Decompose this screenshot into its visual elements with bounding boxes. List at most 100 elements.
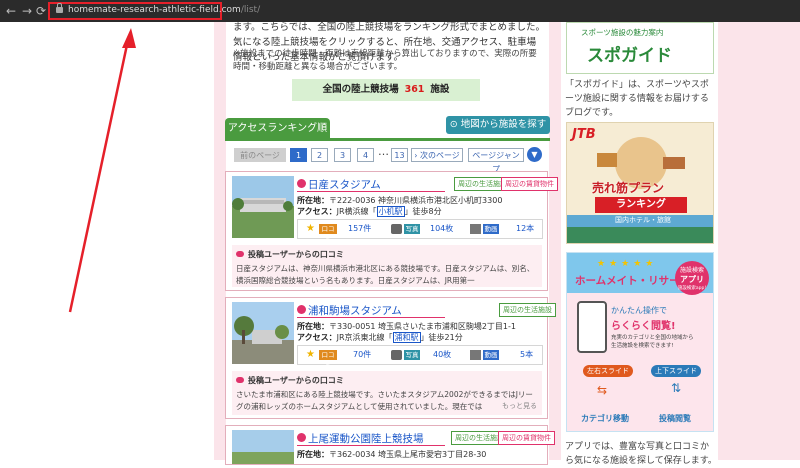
facility-access: アクセス：JR横浜線「 小机駅 」徒歩8分 (297, 206, 442, 217)
app-line-3: 充実のカテゴリと全国の地域から (611, 335, 694, 341)
video-label: 動画 (483, 224, 499, 234)
address-label: 所在地： (297, 450, 329, 459)
pager-page-last[interactable]: 13 (391, 148, 408, 162)
pager-page-2[interactable]: 2 (311, 148, 328, 162)
address-value: 〒330-0051 埼玉県さいたま市浦和区駒場2丁目1-1 (329, 322, 516, 331)
slide-up-down-label: 上下スライド (651, 365, 701, 377)
camera-icon (391, 350, 402, 360)
video-count[interactable]: 12本 (516, 223, 534, 234)
review-heading: 投稿ユーザーからの口コミ (248, 376, 344, 385)
station-link[interactable]: 浦和駅 (392, 332, 421, 343)
pager-page-4[interactable]: 4 (357, 148, 374, 162)
tag-life-facilities[interactable]: 周辺の生活施設 (499, 303, 556, 317)
facility-title[interactable]: 浦和駒場スタジアム (308, 303, 402, 318)
spoguide-logo: スポガイド (587, 46, 672, 66)
video-camera-icon (470, 350, 481, 360)
station-link[interactable]: 小机駅 (376, 206, 405, 217)
spoguide-banner[interactable]: スポーツ施設の魅力案内 スポガイド (566, 22, 714, 74)
photo-count[interactable]: 104枚 (430, 223, 453, 234)
pager-jump[interactable]: ページジャンプ (468, 148, 524, 174)
page-border-mid (549, 22, 561, 460)
chevron-down-icon[interactable]: ▼ (527, 147, 542, 162)
address-bar-url[interactable]: homemate-research-athletic-field.com/lis… (68, 5, 260, 15)
swipe-horizontal-icon: ⇆ (597, 383, 608, 397)
pager-page-1[interactable]: 1 (290, 148, 307, 162)
access-line: JR京浜東北線「 (336, 333, 393, 342)
swipe-vertical-icon: ⇅ (671, 381, 682, 395)
kuchikomi-label: 口コミ (319, 350, 337, 369)
jtb-title-1: 売れ筋プラン (592, 181, 665, 195)
tab-access-ranking[interactable]: アクセスランキング順 (225, 118, 330, 140)
review-more-link[interactable]: もっと見る (502, 401, 537, 411)
photo-count[interactable]: 40枚 (433, 349, 451, 360)
map-pin-icon: ⊙ (449, 119, 458, 130)
arrow-left-icon[interactable]: ← (4, 3, 18, 19)
pager-ellipsis: … (378, 145, 389, 158)
facility-count-box: 全国の陸上競技場 361 施設 (292, 79, 480, 101)
title-bullet-icon (297, 433, 306, 442)
star-icon: ★ (306, 223, 315, 234)
facility-access: アクセス：JR京浜東北線「 浦和駅 」徒歩21分 (297, 332, 463, 343)
address-value: 〒362-0034 埼玉県上尾市愛宕3丁目28-30 (329, 450, 487, 459)
pager-prev[interactable]: 前のページ (234, 148, 286, 162)
post-view-label: 投稿閲覧 (659, 414, 691, 423)
facility-card: 上尾運動公園陸上競技場 周辺の生活施設 周辺の賃貸物件 所在地：〒362-003… (225, 425, 555, 465)
phone-illustration (577, 301, 607, 353)
browser-toolbar: ← → ⟳ homemate-research-athletic-field.c… (0, 0, 800, 22)
reload-icon[interactable]: ⟳ (34, 3, 48, 19)
review-count[interactable]: 157件 (348, 223, 371, 234)
app-badge-line-3: 施設検索app! (677, 286, 707, 291)
category-move-label: カテゴリ移動 (581, 414, 629, 423)
map-search-button[interactable]: ⊙ 地図から施設を探す (446, 116, 550, 134)
address-label: 所在地： (297, 322, 329, 331)
star-icon: ★ (306, 349, 315, 360)
count-value: 361 (404, 84, 425, 95)
app-badge-line-2: アプリ (680, 275, 704, 284)
photo-label: 写真 (404, 224, 420, 234)
count-unit: 施設 (430, 84, 450, 95)
arrow-right-icon[interactable]: → (20, 3, 34, 19)
slide-left-right-label: 左右スライド (583, 365, 633, 377)
homemate-app-banner[interactable]: ★★★★★ ホームメイト・リサーチ 施設検索 アプリ 施設検索app! かんたん… (566, 252, 714, 432)
title-underline (297, 445, 445, 446)
stats-bar: ★ 口コミ 70件 写真 40枚 動画 5本 (297, 345, 543, 369)
app-line-1: かんたん操作で (611, 306, 667, 315)
review-text: さいたま市浦和区にある陸上競技場です。さいたまスタジアム2002ができるまではJ… (236, 390, 533, 411)
facility-photo[interactable] (232, 430, 294, 464)
jtb-title-2: ランキング (595, 197, 687, 213)
app-line-4: 生活施設を検索できます! (611, 343, 674, 349)
video-camera-icon (470, 224, 481, 234)
access-label: アクセス： (297, 207, 337, 216)
tag-rental[interactable]: 周辺の賃貸物件 (498, 431, 555, 445)
video-count[interactable]: 5本 (520, 349, 533, 360)
spoguide-caption: 「スポガイド」は、スポーツやスポーツ施設に関する情報をお届けするブログです。 (565, 80, 709, 118)
review-heading: 投稿ユーザーからの口コミ (248, 250, 344, 259)
facility-photo[interactable] (232, 176, 294, 238)
app-caption: アプリでは、豊富な写真と口コミから気になる施設を探して保存します。 (565, 442, 717, 466)
address-value: 〒222-0036 神奈川県横浜市港北区小机町3300 (329, 196, 503, 205)
access-walk: 」徒歩21分 (420, 333, 463, 342)
pager-next[interactable]: › 次のページ (411, 148, 463, 162)
count-label: 全国の陸上競技場 (322, 84, 399, 95)
kuchikomi-label: 口コミ (319, 224, 337, 243)
title-underline (297, 317, 445, 318)
tag-rental[interactable]: 周辺の賃貸物件 (501, 177, 558, 191)
facility-title[interactable]: 日産スタジアム (308, 177, 381, 192)
star-row-icon: ★★★★★ (597, 259, 658, 269)
url-path: /list/ (240, 5, 261, 15)
speech-bubble-icon (236, 251, 244, 257)
facility-address: 所在地：〒362-0034 埼玉県上尾市愛宕3丁目28-30 (297, 449, 486, 460)
title-underline (297, 191, 445, 192)
jtb-banner[interactable]: JTB 売れ筋プラン ランキング 国内ホテル・旅館 (566, 122, 714, 244)
access-line: JR横浜線「 (336, 207, 377, 216)
title-bullet-icon (297, 179, 306, 188)
review-count[interactable]: 70件 (353, 349, 371, 360)
review-box: 投稿ユーザーからの口コミ 日産スタジアムは、神奈川県横浜市港北区にある競技場です… (232, 245, 542, 287)
title-bullet-icon (297, 305, 306, 314)
facility-card: 日産スタジアム 周辺の生活施設 周辺の賃貸物件 所在地：〒222-0036 神奈… (225, 171, 558, 291)
facility-photo[interactable] (232, 302, 294, 364)
pager-page-3[interactable]: 3 (334, 148, 351, 162)
spoguide-tagline: スポーツ施設の魅力案内 (581, 28, 664, 37)
facility-address: 所在地：〒222-0036 神奈川県横浜市港北区小机町3300 (297, 195, 502, 206)
facility-title[interactable]: 上尾運動公園陸上競技場 (308, 431, 424, 446)
